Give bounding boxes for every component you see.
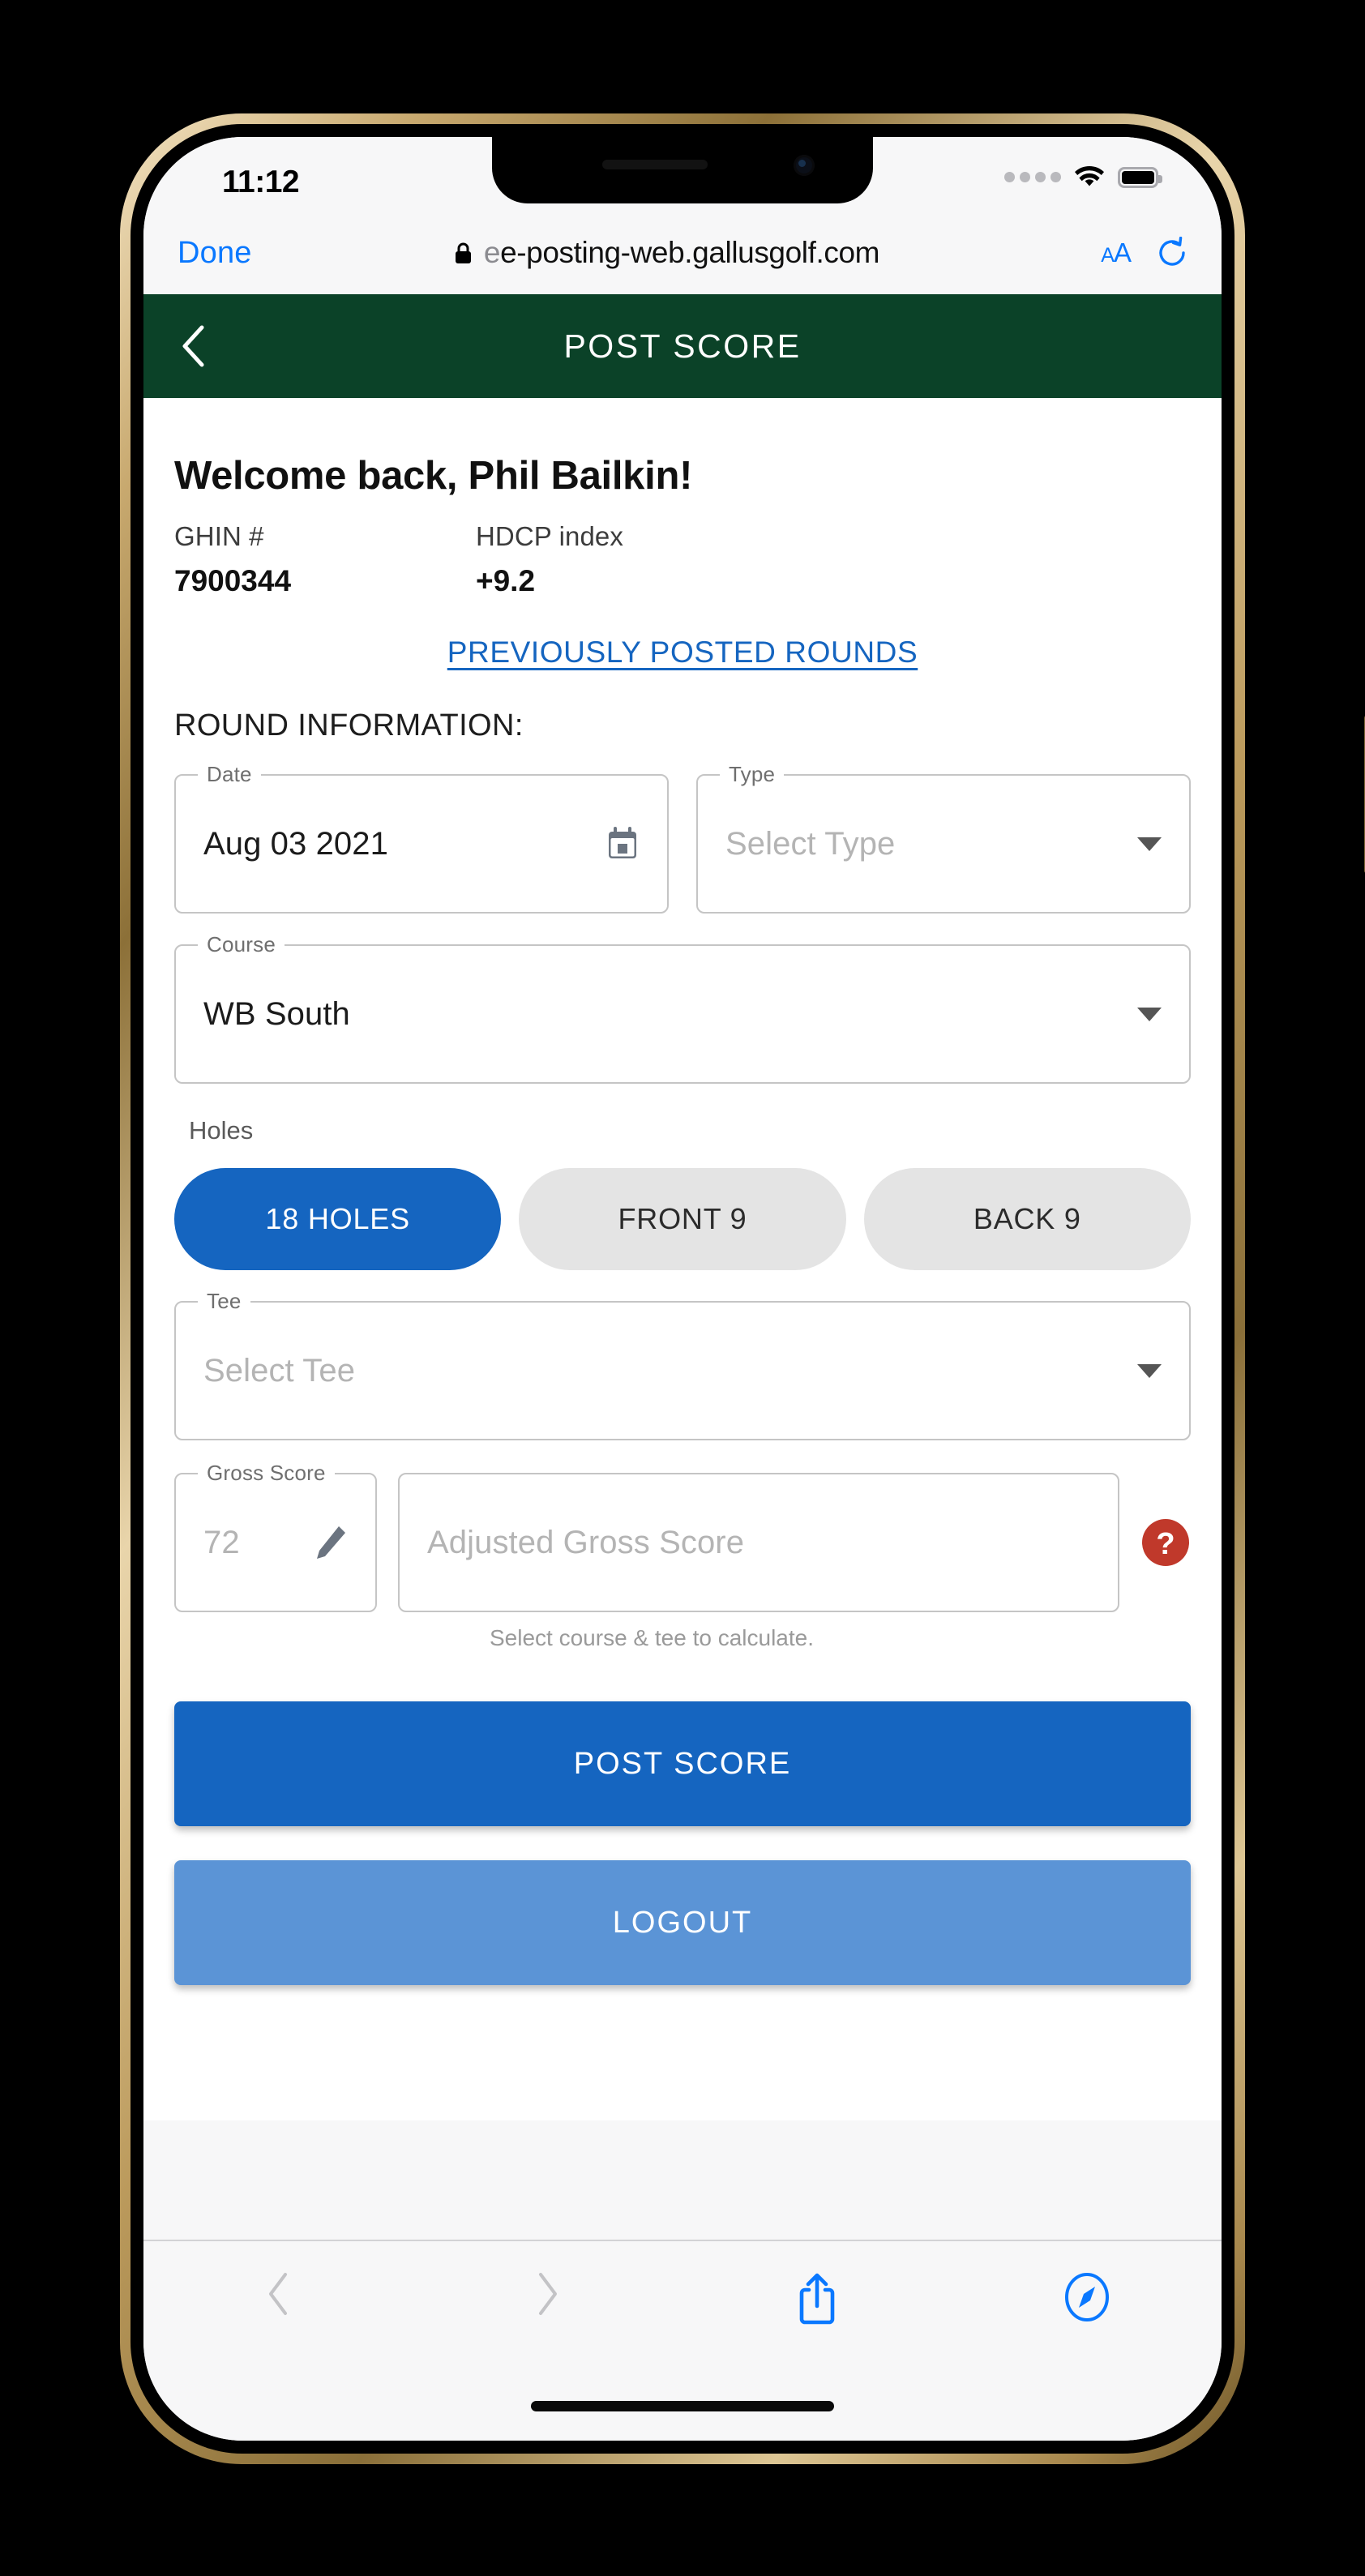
url-display[interactable]: ee-posting-web.gallusgolf.com [252, 236, 1082, 270]
chevron-down-icon[interactable] [1137, 837, 1162, 851]
logout-button[interactable]: LOGOUT [174, 1860, 1191, 1985]
toolbar-forward-slot[interactable] [413, 2272, 683, 2316]
holes-option-18[interactable]: 18 HOLES [174, 1168, 502, 1270]
chevron-down-icon[interactable] [1137, 1007, 1162, 1021]
url-host: e-posting-web.gallusgolf.com [500, 236, 880, 269]
url-text: ee-posting-web.gallusgolf.com [483, 236, 880, 269]
tee-field-legend: Tee [198, 1289, 250, 1314]
chevron-right-icon[interactable] [537, 2272, 559, 2316]
chevron-down-icon[interactable] [1137, 1363, 1162, 1378]
status-indicators [1004, 166, 1162, 188]
battery-full-icon [1118, 166, 1162, 188]
calendar-icon[interactable] [605, 826, 640, 862]
home-indicator[interactable] [531, 2401, 834, 2411]
text-size-button[interactable]: AA [1101, 237, 1132, 268]
chevron-left-icon[interactable] [267, 2272, 289, 2316]
adjusted-gross-score-input[interactable]: Adjusted Gross Score [398, 1473, 1119, 1612]
course-field[interactable]: Course WB South [174, 932, 1191, 1084]
date-field[interactable]: Date Aug 03 2021 [174, 762, 669, 914]
adjusted-gross-score-placeholder: Adjusted Gross Score [427, 1524, 745, 1560]
hdcp-block: HDCP index +9.2 [476, 521, 623, 598]
toolbar-tabs-slot[interactable] [952, 2272, 1222, 2322]
phone-screen: 11:12 Done ee-posting-web.gallusgolf.com… [143, 137, 1222, 2441]
tee-row: Tee Select Tee [174, 1289, 1191, 1440]
date-field-legend: Date [198, 762, 261, 787]
earpiece-speaker [602, 160, 708, 169]
gross-score-legend: Gross Score [198, 1461, 335, 1486]
type-field[interactable]: Type Select Type [696, 762, 1191, 914]
pencil-icon[interactable] [312, 1524, 348, 1561]
reload-icon[interactable] [1157, 237, 1187, 269]
gross-score-field[interactable]: Gross Score 72 [174, 1461, 377, 1612]
gross-score-placeholder: 72 [203, 1524, 240, 1560]
toolbar-back-slot[interactable] [143, 2272, 413, 2316]
holes-option-front9[interactable]: FRONT 9 [519, 1168, 846, 1270]
holes-option-back9[interactable]: BACK 9 [863, 1168, 1191, 1270]
signal-dots-icon [1004, 172, 1061, 182]
ghin-label: GHIN # [174, 521, 264, 551]
lock-icon [455, 242, 471, 263]
phone-frame: 11:12 Done ee-posting-web.gallusgolf.com… [120, 113, 1365, 2464]
round-information-heading: ROUND INFORMATION: [174, 708, 524, 742]
svg-text:?: ? [1156, 1527, 1175, 1561]
phone-bezel: 11:12 Done ee-posting-web.gallusgolf.com… [131, 124, 1234, 2454]
ghin-value: 7900344 [174, 564, 292, 597]
player-meta: GHIN # 7900344 HDCP index +9.2 [174, 521, 1191, 598]
front-camera [794, 155, 815, 176]
course-field-value: WB South [203, 995, 350, 1032]
holes-label: Holes [189, 1116, 254, 1145]
course-field-legend: Course [198, 932, 285, 957]
status-time: 11:12 [222, 165, 300, 199]
app-header: POST SCORE [143, 294, 1222, 398]
date-field-value: Aug 03 2021 [203, 825, 388, 862]
toolbar-share-slot[interactable] [682, 2272, 952, 2326]
page-content: Welcome back, Phil Bailkin! GHIN # 79003… [143, 398, 1222, 2120]
notch [492, 137, 873, 203]
course-row: Course WB South [174, 932, 1191, 1084]
date-type-row: Date Aug 03 2021 Type Select Type [174, 762, 1191, 914]
calculation-helper-text: Select course & tee to calculate. [490, 1625, 814, 1650]
type-field-legend: Type [720, 762, 785, 787]
tee-field[interactable]: Tee Select Tee [174, 1289, 1191, 1440]
ghin-block: GHIN # 7900344 [174, 521, 476, 598]
post-score-button[interactable]: POST SCORE [174, 1701, 1191, 1826]
previously-posted-rounds-link[interactable]: PREVIOUSLY POSTED ROUNDS [174, 635, 1191, 670]
browser-url-bar: Done ee-posting-web.gallusgolf.com AA [143, 212, 1222, 294]
hdcp-value: +9.2 [476, 564, 536, 597]
done-button[interactable]: Done [178, 236, 252, 271]
back-button[interactable] [179, 325, 207, 367]
score-row: Gross Score 72 Adjusted Gross Score ? [174, 1461, 1191, 1612]
holes-selector: 18 HOLES FRONT 9 BACK 9 [174, 1168, 1191, 1270]
wifi-icon [1075, 166, 1104, 186]
type-field-value: Select Type [725, 825, 896, 862]
share-icon[interactable] [798, 2272, 837, 2326]
safari-compass-icon[interactable] [1064, 2272, 1110, 2322]
help-circle-icon[interactable]: ? [1140, 1517, 1191, 1568]
hdcp-label: HDCP index [476, 521, 623, 551]
page-title: POST SCORE [563, 327, 802, 365]
tee-field-value: Select Tee [203, 1352, 356, 1389]
welcome-title: Welcome back, Phil Bailkin! [174, 454, 693, 498]
